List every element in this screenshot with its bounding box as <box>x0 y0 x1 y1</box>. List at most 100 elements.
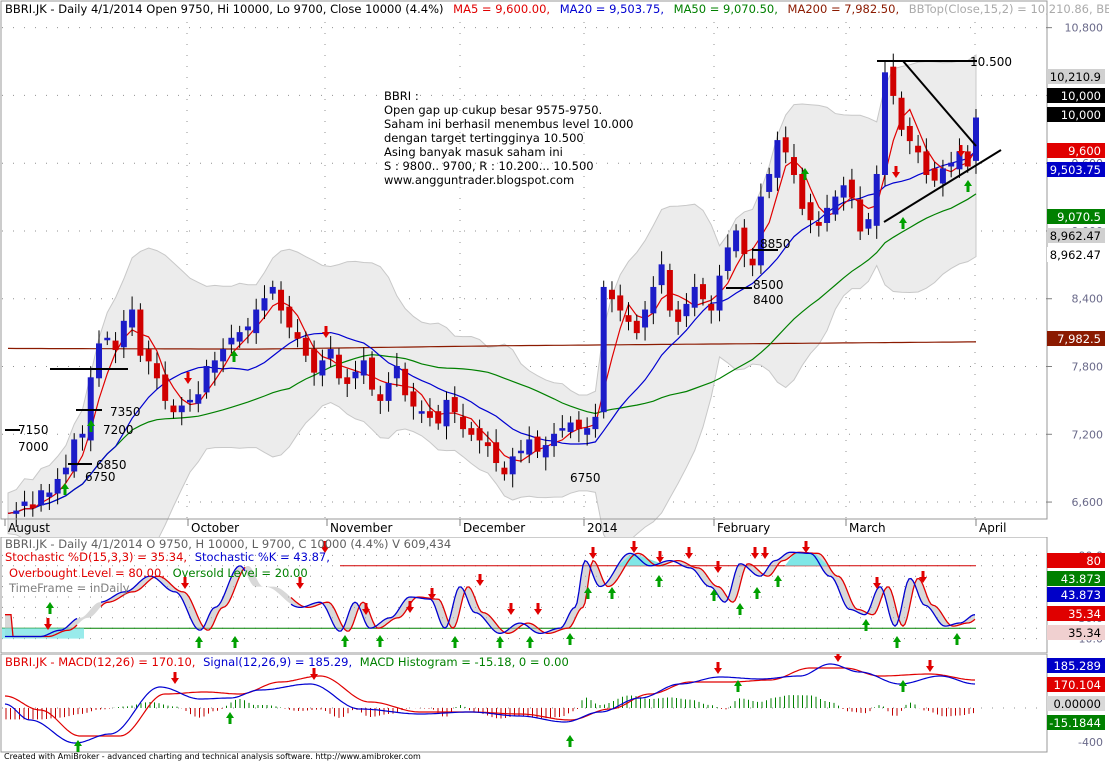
value-label: 9,600 <box>1068 144 1101 158</box>
candle-body <box>187 399 194 403</box>
candle-body <box>286 306 293 328</box>
candle-body <box>311 349 318 373</box>
month-label: February <box>717 521 770 535</box>
candle-body <box>650 286 657 314</box>
candle-body <box>691 286 698 308</box>
stoch-header-line3: Overbought Level = 80.00, Oversold Level… <box>9 566 308 580</box>
candle-body <box>807 202 814 221</box>
candle-body <box>964 151 971 167</box>
stoch-value-label: 80 <box>1086 554 1101 568</box>
macd-panel[interactable]: BBRI.JK - MACD(12,26) = 170.10, Signal(1… <box>0 654 1109 754</box>
candle-body <box>534 436 541 452</box>
stochastic-panel[interactable]: BBRI.JK - Daily 4/1/2014 O 9750, H 10000… <box>0 537 1109 654</box>
candle-body <box>575 419 582 430</box>
candle-body <box>865 219 872 229</box>
header-ma50: MA50 = 9,070.50, <box>674 2 778 16</box>
stoch-header-line1: BBRI.JK - Daily 4/1/2014 O 9750, H 10000… <box>5 537 451 551</box>
candle-body <box>733 230 740 252</box>
candle-body <box>261 298 268 311</box>
level-label: 8400 <box>753 293 784 307</box>
candle-body <box>658 264 665 286</box>
candle-body <box>600 286 607 413</box>
candle-body <box>426 411 433 418</box>
candle-body <box>923 151 930 175</box>
candle-body <box>724 247 731 271</box>
level-label: 7200 <box>103 423 134 437</box>
candle-body <box>642 309 649 328</box>
candle-body <box>402 368 409 396</box>
candle-body <box>824 207 831 223</box>
header-ma200: MA200 = 7,982.50, <box>788 2 900 16</box>
candle-body <box>460 416 467 430</box>
y-tick-label: 8,400 <box>1072 293 1104 306</box>
price-panel[interactable]: BBRI.JK - Daily 4/1/2014 Open 9750, Hi 1… <box>0 0 1109 537</box>
note-line: Asing banyak masuk saham ini <box>384 145 563 159</box>
macd-chart[interactable]: BBRI.JK - MACD(12,26) = 170.10, Signal(1… <box>0 654 1109 754</box>
stoch-header-line4: TimeFrame = inDaily <box>8 581 130 595</box>
candle-body <box>228 337 235 345</box>
candle-body <box>501 467 508 475</box>
candle-body <box>509 456 516 475</box>
candle-body <box>716 275 723 311</box>
candle-body <box>236 332 243 342</box>
candle-body <box>137 309 144 356</box>
candle-body <box>617 295 624 311</box>
value-label: 7,982.5 <box>1057 332 1101 346</box>
candle-body <box>584 428 591 435</box>
month-label: November <box>330 521 392 535</box>
value-label: 8,962.47 <box>1050 229 1101 243</box>
candle-body <box>939 168 946 184</box>
candle-body <box>145 349 152 362</box>
candle-body <box>708 303 715 311</box>
candle-body <box>71 439 78 472</box>
candle-body <box>749 258 756 266</box>
stoch-value-label: 35.34 <box>1068 607 1101 621</box>
candle-body <box>96 343 103 379</box>
candle-body <box>666 270 673 311</box>
macd-value-label: 185.289 <box>1053 659 1101 673</box>
candle-body <box>29 504 36 509</box>
candle-body <box>881 72 888 175</box>
candle-body <box>948 162 955 167</box>
candle-body <box>104 337 111 341</box>
stochastic-chart[interactable]: BBRI.JK - Daily 4/1/2014 O 9750, H 10000… <box>0 537 1109 654</box>
candle-body <box>153 363 160 379</box>
candle-body <box>517 450 524 454</box>
candle-body <box>848 179 855 198</box>
candle-body <box>493 442 500 464</box>
value-label: 8,962.47 <box>1050 248 1101 262</box>
month-label: March <box>849 521 886 535</box>
candle-body <box>741 227 748 255</box>
candle-body <box>352 371 359 379</box>
header-title: BBRI.JK - Daily 4/1/2014 Open 9750, Hi 1… <box>5 2 444 16</box>
candle-body <box>468 428 475 435</box>
stoch-value-label: 35.34 <box>1068 626 1101 640</box>
candle-body <box>815 221 822 226</box>
candle-body <box>435 411 442 424</box>
level-label: 7150 <box>18 423 49 437</box>
candle-body <box>857 199 864 232</box>
candle-body <box>178 405 185 413</box>
candle-body <box>278 289 285 311</box>
macd-header: BBRI.JK - MACD(12,26) = 170.10, Signal(1… <box>5 655 569 669</box>
month-label: December <box>463 521 525 535</box>
candle-body <box>302 337 309 356</box>
candle-body <box>592 416 599 430</box>
candle-body <box>906 125 913 142</box>
macd-value-label: -15.1844 <box>1049 716 1101 730</box>
level-label: 6750 <box>85 470 116 484</box>
candle-body <box>195 394 202 404</box>
candle-body <box>377 394 384 401</box>
candle-body <box>898 97 905 130</box>
candle-body <box>385 382 392 401</box>
price-chart[interactable]: BBRI.JK - Daily 4/1/2014 Open 9750, Hi 1… <box>0 0 1109 537</box>
candle-body <box>112 340 119 351</box>
candle-body <box>774 140 781 178</box>
candle-body <box>790 157 797 175</box>
note-line: BBRI : <box>384 89 419 103</box>
candle-body <box>418 411 425 414</box>
candle-body <box>542 445 549 458</box>
note-line: Open gap up cukup besar 9575-9750. <box>384 103 602 117</box>
candle-body <box>410 391 417 407</box>
candle-body <box>129 309 136 328</box>
